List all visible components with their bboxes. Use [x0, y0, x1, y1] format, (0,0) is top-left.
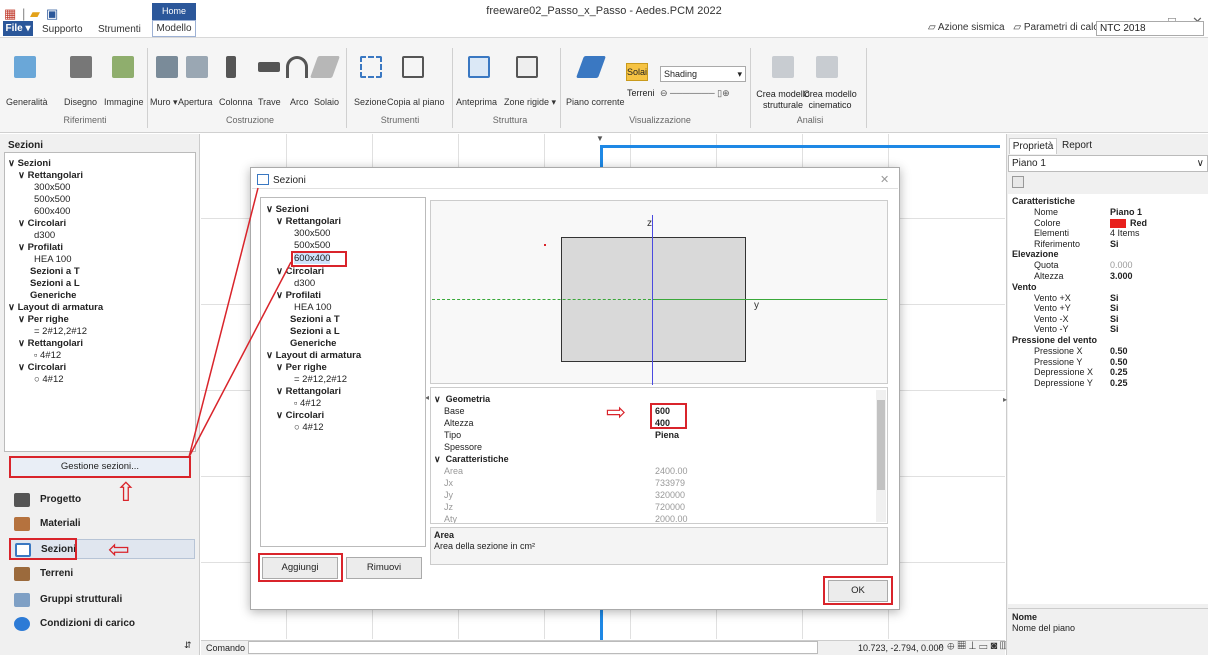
up-arrow-icon: ⇧ — [115, 477, 137, 507]
annotation-line — [188, 187, 259, 458]
annotation-overlay — [188, 187, 292, 458]
left-arrow-icon: ⇦ — [108, 534, 130, 564]
annotation-line — [188, 261, 292, 458]
